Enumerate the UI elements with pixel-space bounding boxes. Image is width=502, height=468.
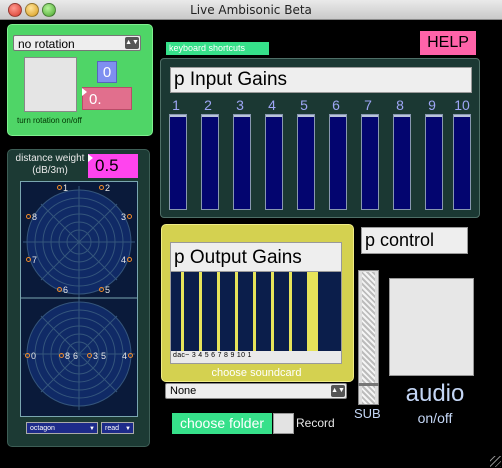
speaker-marker[interactable] bbox=[26, 257, 31, 262]
output-gain-slider[interactable] bbox=[307, 272, 318, 351]
speaker-number: 5 bbox=[101, 351, 107, 361]
rotation-toggle-label: turn rotation on/off bbox=[17, 116, 82, 125]
speaker-number: 4 bbox=[121, 255, 127, 265]
app-window: Live Ambisonic Beta no rotation ▲▼ 0 0. … bbox=[0, 0, 502, 468]
choose-folder-button[interactable]: choose folder bbox=[172, 413, 272, 434]
distance-weight-label-line1: distance weight bbox=[15, 153, 85, 164]
speaker-number: 8 bbox=[65, 351, 71, 361]
speaker-marker[interactable] bbox=[26, 214, 31, 219]
rotation-toggle[interactable] bbox=[24, 57, 77, 112]
speaker-marker[interactable] bbox=[99, 287, 104, 292]
chevron-updown-icon: ▲▼ bbox=[125, 37, 139, 49]
input-gain-slider[interactable] bbox=[201, 114, 219, 210]
speaker-marker[interactable] bbox=[59, 353, 64, 358]
channel-number: 9 bbox=[428, 97, 436, 113]
channel-number: 5 bbox=[300, 97, 308, 113]
distance-weight-label-line2: (dB/3m) bbox=[32, 165, 68, 176]
output-gain-slider[interactable] bbox=[199, 272, 202, 351]
output-gain-slider[interactable] bbox=[253, 272, 256, 351]
channel-number: 1 bbox=[172, 97, 180, 113]
speaker-marker[interactable] bbox=[57, 287, 62, 292]
dac-label: dac~ 3 4 5 6 7 8 9 10 1 bbox=[173, 352, 252, 359]
speaker-marker[interactable] bbox=[128, 353, 133, 358]
input-gain-slider[interactable] bbox=[297, 114, 315, 210]
record-label: Record bbox=[296, 416, 335, 430]
output-gain-slider[interactable] bbox=[217, 272, 220, 351]
speaker-number: 3 bbox=[93, 351, 99, 361]
distance-weight-number[interactable]: 0.5 bbox=[88, 154, 138, 178]
p-control-button[interactable]: p control bbox=[361, 227, 468, 254]
speaker-number: 4 bbox=[122, 351, 128, 361]
speaker-marker[interactable] bbox=[127, 214, 132, 219]
input-gain-slider[interactable] bbox=[453, 114, 471, 210]
audio-toggle[interactable] bbox=[389, 278, 474, 376]
sub-slider-knob[interactable] bbox=[358, 383, 379, 386]
distance-weight-label: distance weight (dB/3m) bbox=[10, 153, 90, 177]
channel-number: 7 bbox=[364, 97, 372, 113]
speaker-number: 3 bbox=[121, 212, 127, 222]
speaker-number: 7 bbox=[32, 255, 38, 265]
speaker-preset-value: octagon bbox=[30, 425, 55, 432]
rotation-number-box[interactable]: 0. bbox=[82, 87, 132, 110]
output-gain-slider[interactable] bbox=[181, 272, 184, 351]
speaker-number: 6 bbox=[63, 285, 69, 295]
title-bar: Live Ambisonic Beta bbox=[0, 0, 502, 20]
speaker-marker[interactable] bbox=[25, 353, 30, 358]
audio-label: audio bbox=[405, 380, 465, 407]
record-toggle[interactable] bbox=[273, 413, 294, 434]
keyboard-shortcuts-button[interactable]: keyboard shortcuts bbox=[166, 42, 269, 55]
sub-label: SUB bbox=[354, 406, 381, 421]
input-channel-numbers: 1 2 3 4 5 6 7 8 9 10 bbox=[160, 97, 478, 113]
input-gain-slider[interactable] bbox=[233, 114, 251, 210]
input-gains-title[interactable]: p Input Gains bbox=[170, 67, 472, 93]
window-title: Live Ambisonic Beta bbox=[190, 3, 312, 17]
speaker-marker[interactable] bbox=[57, 185, 62, 190]
speaker-marker[interactable] bbox=[87, 353, 92, 358]
speaker-marker[interactable] bbox=[127, 257, 132, 262]
speaker-marker[interactable] bbox=[99, 185, 104, 190]
rotation-small-number[interactable]: 0 bbox=[97, 61, 117, 83]
soundcard-dropdown[interactable]: None ▲▼ bbox=[165, 383, 347, 399]
output-gains-title[interactable]: p Output Gains bbox=[170, 242, 342, 272]
input-gain-slider[interactable] bbox=[265, 114, 283, 210]
speaker-number: 8 bbox=[32, 212, 38, 222]
speaker-number: 1 bbox=[63, 183, 69, 193]
input-gain-slider[interactable] bbox=[169, 114, 187, 210]
chevron-down-icon: ▼ bbox=[125, 426, 131, 432]
rotation-dropdown-value: no rotation bbox=[18, 37, 75, 51]
speaker-number: 6 bbox=[73, 351, 79, 361]
input-gain-slider[interactable] bbox=[329, 114, 347, 210]
channel-number: 2 bbox=[204, 97, 212, 113]
speaker-number: 2 bbox=[105, 183, 111, 193]
output-gain-slider[interactable] bbox=[289, 272, 292, 351]
chevron-updown-icon: ▲▼ bbox=[331, 385, 345, 397]
help-button[interactable]: HELP bbox=[420, 31, 476, 55]
speaker-layout-display[interactable]: 1 2 3 4 5 6 7 8 0 8 6 3 5 4 bbox=[20, 181, 138, 417]
output-gain-slider[interactable] bbox=[271, 272, 274, 351]
speaker-file-value: read bbox=[105, 425, 120, 432]
channel-number: 10 bbox=[454, 97, 470, 113]
speaker-preset-dropdown[interactable]: octagon ▼ bbox=[26, 422, 98, 434]
channel-number: 6 bbox=[332, 97, 340, 113]
output-gain-slider[interactable] bbox=[235, 272, 238, 351]
input-gain-slider[interactable] bbox=[361, 114, 379, 210]
speaker-number: 0 bbox=[31, 351, 37, 361]
soundcard-dropdown-value: None bbox=[170, 385, 197, 397]
audio-onoff-label: on/off bbox=[417, 410, 453, 426]
speaker-file-dropdown[interactable]: read ▼ bbox=[101, 422, 134, 434]
rotation-dropdown[interactable]: no rotation ▲▼ bbox=[13, 35, 141, 51]
choose-soundcard-label: choose soundcard bbox=[211, 367, 302, 379]
speaker-number: 5 bbox=[105, 285, 111, 295]
input-gain-slider[interactable] bbox=[425, 114, 443, 210]
chevron-down-icon: ▼ bbox=[89, 426, 95, 432]
input-gain-slider[interactable] bbox=[393, 114, 411, 210]
channel-number: 3 bbox=[236, 97, 244, 113]
channel-number: 8 bbox=[396, 97, 404, 113]
resize-grip-icon[interactable] bbox=[490, 456, 501, 467]
channel-number: 4 bbox=[268, 97, 276, 113]
